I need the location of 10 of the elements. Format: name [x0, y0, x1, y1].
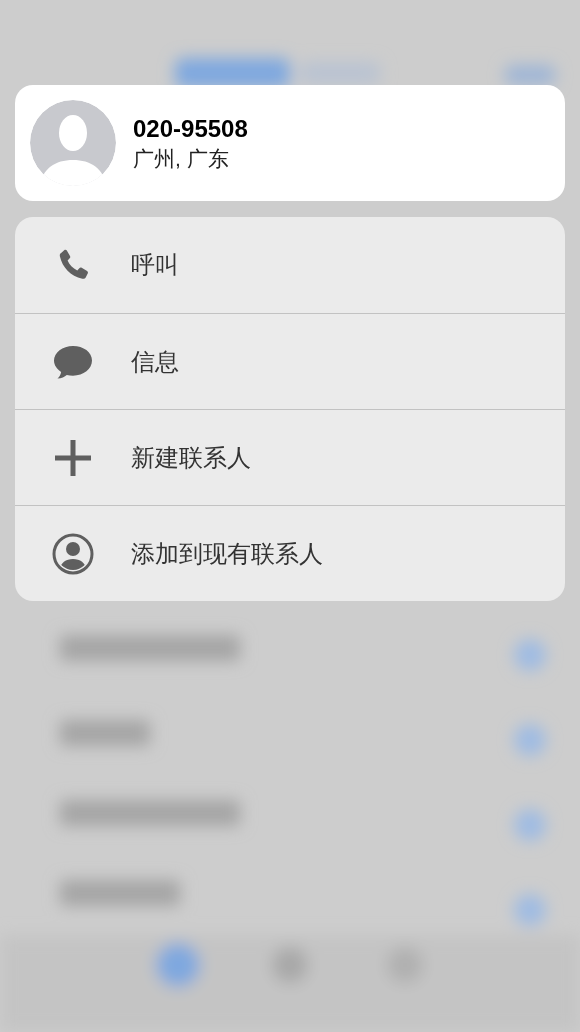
location-text: 广州, 广东	[133, 146, 230, 172]
person-circle-icon	[52, 532, 94, 575]
menu-item[interactable]: 添加到现有联系人	[15, 505, 565, 601]
menu-item[interactable]: 信息	[15, 313, 565, 409]
menu-item[interactable]: 新建联系人	[15, 409, 565, 505]
avatar-icon	[30, 100, 116, 186]
speech-bubble-icon	[53, 343, 93, 380]
menu-item[interactable]: 呼叫	[15, 217, 565, 313]
plus-icon	[54, 438, 92, 477]
phone-number: 020-95508	[133, 114, 248, 144]
